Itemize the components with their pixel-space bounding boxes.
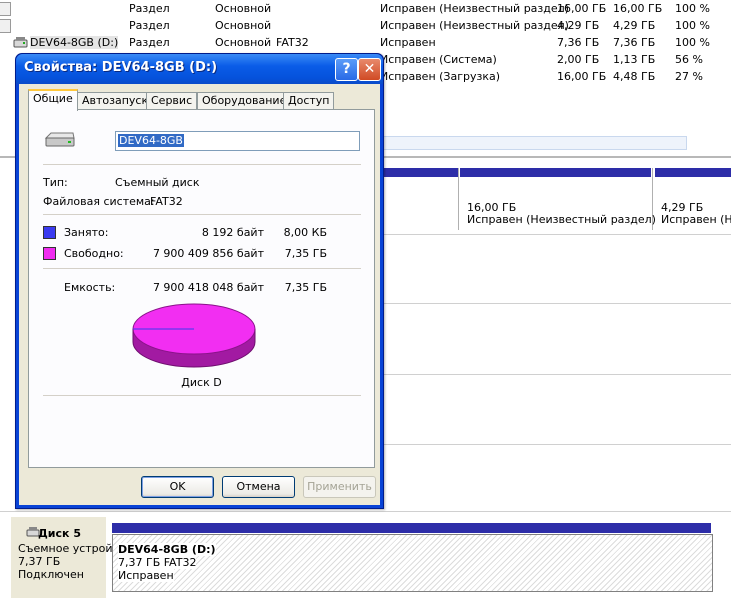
row-status: Исправен (Система) <box>380 53 497 66</box>
row-status: Исправен (Неизвестный раздел) <box>380 2 569 15</box>
disk-state: Подключен <box>18 568 84 581</box>
volume-d-block[interactable]: DEV64-8GB (D:) 7,37 ГБ FAT32 Исправен <box>112 534 713 592</box>
free-label: Свободно: <box>64 247 124 260</box>
apply-button[interactable]: Применить <box>303 476 376 498</box>
ok-button[interactable]: OK <box>141 476 214 498</box>
row-edge <box>0 19 11 33</box>
row-fs: FAT32 <box>276 36 309 49</box>
capacity-bytes: 7 900 418 048 байт <box>152 281 264 294</box>
partition-status: Исправен (Неи <box>661 213 731 226</box>
row-free: 16,00 ГБ <box>613 2 663 15</box>
row-layout: Раздел <box>129 19 170 32</box>
partition-bar <box>112 523 711 533</box>
tab-sharing[interactable]: Доступ <box>283 92 335 109</box>
row-status: Исправен (Загрузка) <box>380 70 501 83</box>
free-bytes: 7 900 409 856 байт <box>152 247 264 260</box>
general-tab-page: DEV64-8GB Тип: Съемный диск Файловая сис… <box>28 109 375 468</box>
removable-drive-icon <box>13 37 28 48</box>
partition-bar <box>655 168 731 177</box>
disk-usage-pie <box>132 303 256 368</box>
disk-map-top: 16,00 ГБ Исправен (Неизвестный раздел) 4… <box>382 168 731 232</box>
row-name: DEV64-8GB (D:) <box>30 36 119 49</box>
divider <box>382 444 731 445</box>
divider <box>382 234 731 235</box>
disk-type: Съемное устрой <box>18 542 113 555</box>
row-type: Основной <box>215 2 272 15</box>
row-free: 4,29 ГБ <box>613 19 656 32</box>
scrollbar-track[interactable] <box>380 136 687 150</box>
used-color-swatch <box>43 226 56 239</box>
properties-dialog[interactable]: Свойства: DEV64-8GB (D:) ? ✕ Общие Автоз… <box>15 53 384 509</box>
row-capacity: 16,00 ГБ <box>557 2 607 15</box>
row-layout: Раздел <box>129 36 170 49</box>
row-status: Исправен (Неизвестный раздел) <box>380 19 569 32</box>
used-bytes: 8 192 байт <box>201 226 264 239</box>
close-button[interactable]: ✕ <box>358 58 381 81</box>
volume-label-text: DEV64-8GB <box>118 134 184 147</box>
row-pct: 100 % <box>675 2 710 15</box>
row-type: Основной <box>215 19 272 32</box>
divider <box>43 164 361 165</box>
tab-tools[interactable]: Сервис <box>146 92 198 109</box>
volume-status: Исправен <box>118 569 174 582</box>
row-pct: 100 % <box>675 19 710 32</box>
row-type: Основной <box>215 36 272 49</box>
row-status: Исправен <box>380 36 436 49</box>
disk5-info[interactable]: Диск 5 Съемное устрой 7,37 ГБ Подключен <box>11 517 113 598</box>
volume-name: DEV64-8GB (D:) <box>118 543 216 556</box>
dialog-client: Общие Автозапуск Сервис Оборудование Дос… <box>19 84 380 505</box>
partition-bar <box>460 168 651 177</box>
divider <box>43 268 361 269</box>
type-label: Тип: <box>43 176 68 189</box>
row-pct: 100 % <box>675 36 710 49</box>
divider <box>382 374 731 375</box>
divider <box>0 511 731 512</box>
free-short: 7,35 ГБ <box>284 247 327 260</box>
row-free: 4,48 ГБ <box>613 70 656 83</box>
row-pct: 56 % <box>675 53 703 66</box>
disk-size: 7,37 ГБ <box>18 555 61 568</box>
volume-row[interactable]: Раздел Основной Исправен (Неизвестный ра… <box>0 17 731 34</box>
help-icon: ? <box>342 61 351 77</box>
disk-title: Диск 5 <box>38 527 81 540</box>
volume-label-input[interactable]: DEV64-8GB <box>115 131 360 151</box>
divider <box>43 395 361 396</box>
row-edge <box>0 2 11 16</box>
row-capacity: 4,29 ГБ <box>557 19 600 32</box>
volume-row[interactable]: Раздел Основной Исправен (Неизвестный ра… <box>0 0 731 17</box>
divider <box>458 168 459 230</box>
row-capacity: 7,36 ГБ <box>557 36 600 49</box>
used-short: 8,00 КБ <box>283 226 327 239</box>
capacity-label: Емкость: <box>64 281 116 294</box>
row-layout: Раздел <box>129 2 170 15</box>
volume-size: 7,37 ГБ FAT32 <box>118 556 197 569</box>
row-pct: 27 % <box>675 70 703 83</box>
tab-hardware[interactable]: Оборудование <box>197 92 292 109</box>
row-capacity: 16,00 ГБ <box>557 70 607 83</box>
volume-row[interactable]: DEV64-8GB (D:) Раздел Основной FAT32 Исп… <box>0 34 731 51</box>
disk-caption: Диск D <box>181 376 222 389</box>
used-label: Занято: <box>64 226 109 239</box>
partition-status: Исправен (Неизвестный раздел) <box>467 213 656 226</box>
filesystem-value: FAT32 <box>150 195 183 208</box>
row-free: 7,36 ГБ <box>613 36 656 49</box>
capacity-short: 7,35 ГБ <box>284 281 327 294</box>
divider <box>382 303 731 304</box>
cancel-button[interactable]: Отмена <box>222 476 295 498</box>
type-value: Съемный диск <box>115 176 200 189</box>
help-button[interactable]: ? <box>335 58 358 81</box>
dialog-title: Свойства: DEV64-8GB (D:) <box>24 60 218 75</box>
row-capacity: 2,00 ГБ <box>557 53 600 66</box>
close-icon: ✕ <box>363 61 376 77</box>
removable-drive-icon <box>44 132 75 147</box>
partition-bar <box>382 168 458 177</box>
filesystem-label: Файловая система: <box>43 195 155 208</box>
row-free: 1,13 ГБ <box>613 53 656 66</box>
tab-autoplay[interactable]: Автозапуск <box>77 92 154 109</box>
divider <box>43 214 361 215</box>
dialog-titlebar[interactable]: Свойства: DEV64-8GB (D:) ? ✕ <box>16 54 383 84</box>
free-color-swatch <box>43 247 56 260</box>
tab-general[interactable]: Общие <box>28 89 78 111</box>
